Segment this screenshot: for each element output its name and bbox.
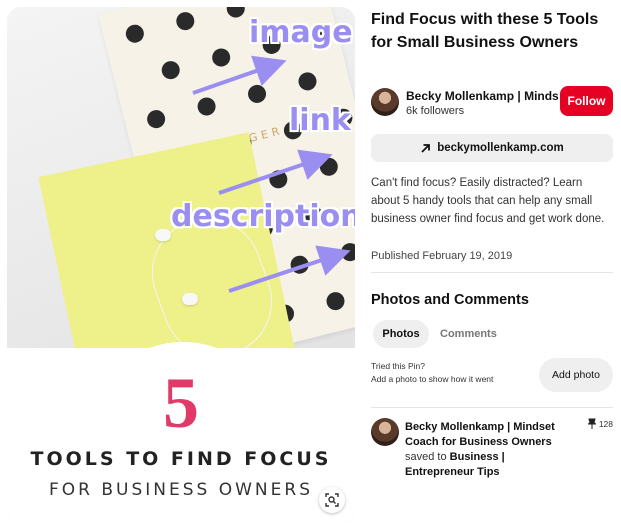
image-subheadline: FOR BUSINESS OWNERS (49, 480, 313, 500)
annotation-description: description (171, 199, 355, 234)
tried-pin-title: Tried this Pin? (371, 361, 426, 371)
divider (371, 407, 613, 408)
image-headline: TOOLS TO FIND FOCUS (30, 448, 332, 470)
visual-search-icon (325, 493, 339, 507)
creator-row: Becky Mollenkamp | Minds… 6k followers F… (371, 86, 613, 120)
add-photo-button[interactable]: Add photo (539, 358, 613, 392)
source-link-button[interactable]: beckymollenkamp.com (371, 134, 613, 162)
creator-name[interactable]: Becky Mollenkamp | Minds… (406, 89, 571, 103)
pin-image[interactable]: GOAL DIGGER image link description 5 TOO… (7, 7, 355, 523)
photos-comments-heading: Photos and Comments (371, 292, 529, 308)
activity-item: Becky Mollenkamp | Mindset Coach for Bus… (371, 418, 613, 488)
annotation-link: link (289, 103, 351, 138)
visual-search-button[interactable] (319, 487, 345, 513)
activity-user-name[interactable]: Becky Mollenkamp | Mindset Coach for Bus… (405, 420, 555, 450)
follow-button[interactable]: Follow (560, 86, 613, 116)
saved-prefix: saved to (405, 451, 447, 463)
arrow-up-right-icon (421, 143, 431, 153)
tab-comments[interactable]: Comments (440, 328, 497, 340)
divider (371, 272, 613, 273)
pin-count-value: 128 (598, 418, 613, 429)
annotation-arrow-link (218, 149, 333, 195)
published-date: Published February 19, 2019 (371, 250, 513, 262)
follower-count: 6k followers (406, 105, 465, 117)
pin-title: Find Focus with these 5 Tools for Small … (371, 11, 599, 51)
pin-description: Can't find focus? Easily distracted? Lea… (371, 177, 605, 225)
activity-saved-text: saved to Business | Entrepreneur Tips (405, 450, 555, 480)
annotation-image: image (249, 15, 353, 50)
annotation-arrow-description (228, 245, 351, 293)
avatar[interactable] (371, 418, 399, 446)
pin-count: 128 (587, 418, 613, 429)
annotation-arrow-image (192, 55, 287, 95)
tab-photos[interactable]: Photos (373, 320, 429, 348)
pushpin-icon (587, 418, 596, 429)
tried-pin-subtitle: Add a photo to show how it went (371, 374, 494, 384)
big-number: 5 (163, 363, 199, 443)
source-link-text: beckymollenkamp.com (437, 142, 564, 154)
avatar[interactable] (371, 88, 399, 116)
